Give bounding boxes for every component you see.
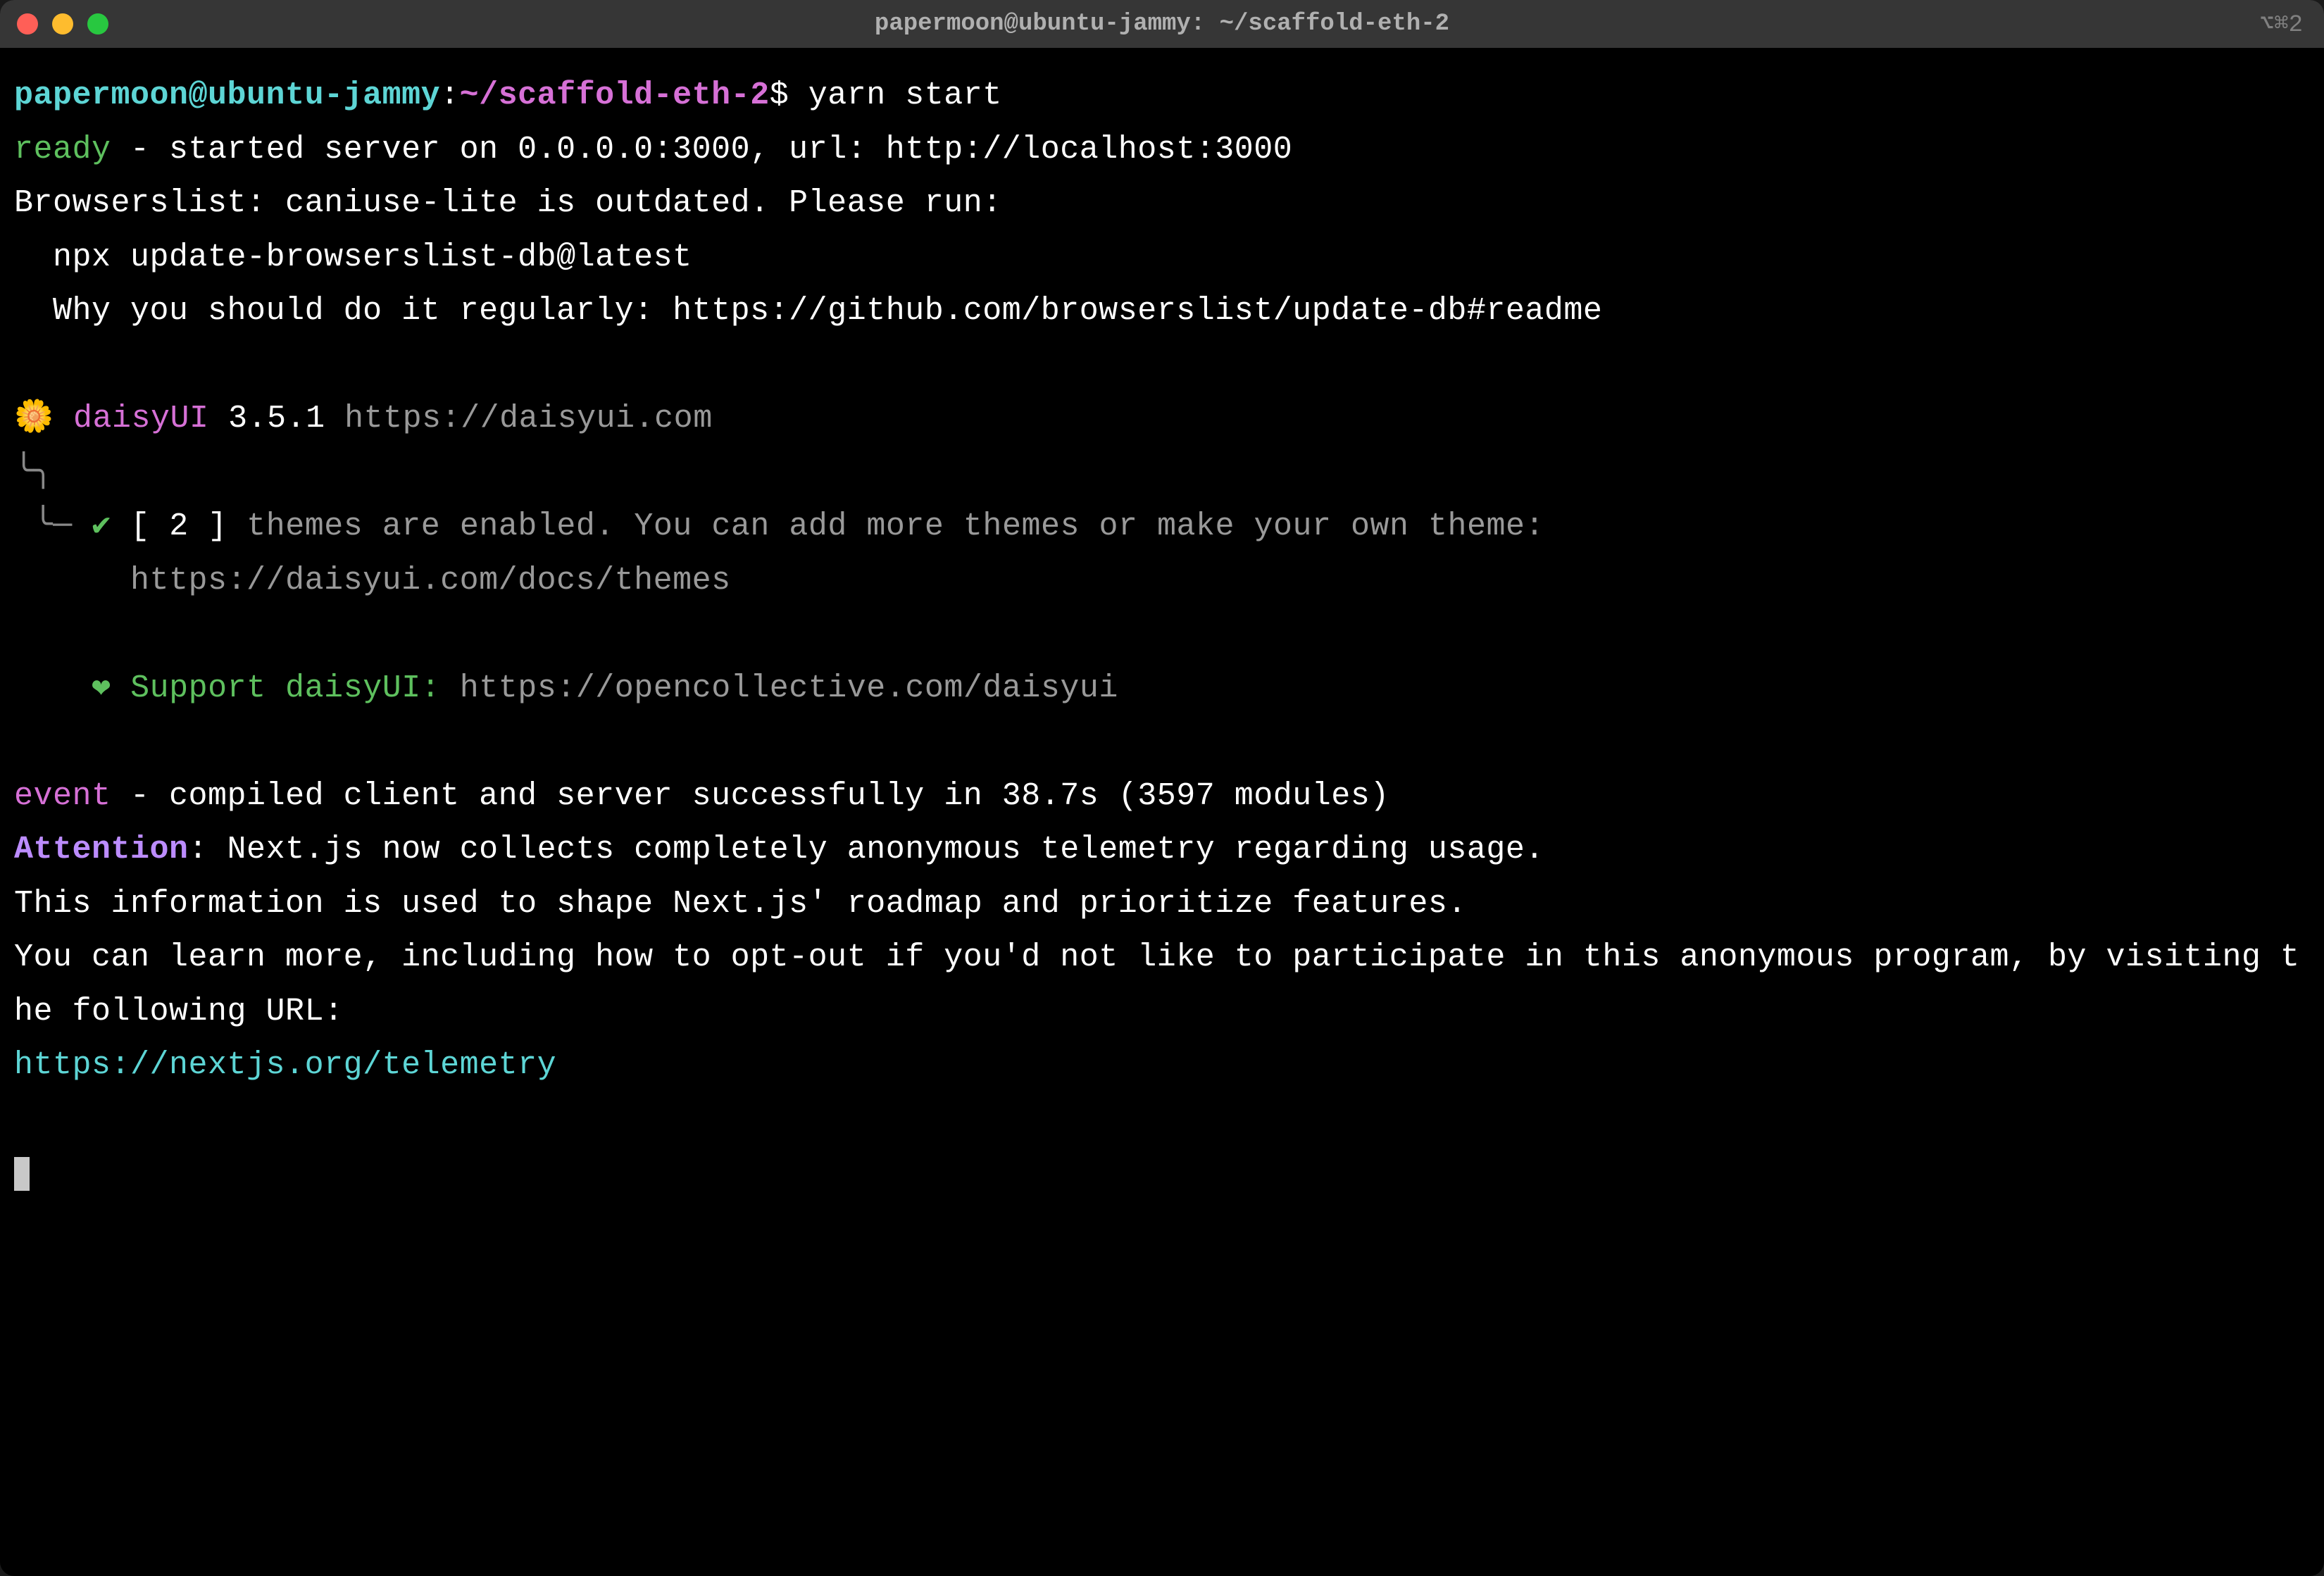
themes-count: [ 2 ] [130, 508, 227, 544]
event-text: - compiled client and server successfull… [111, 778, 1389, 814]
daisy-emoji: 🌼 [14, 401, 54, 437]
tree-line2: ╰─ [14, 508, 92, 544]
traffic-lights [17, 13, 108, 35]
daisy-name: daisyUI [54, 401, 209, 437]
ready-text: - started server on 0.0.0.0:3000, url: h… [111, 132, 1293, 168]
support-indent [14, 670, 92, 706]
daisy-version: 3.5.1 [209, 401, 345, 437]
themes-url: https://daisyui.com/docs/themes [14, 563, 731, 599]
browserslist-line1: Browserslist: caniuse-lite is outdated. … [14, 185, 1002, 221]
heart-icon: ❤︎ [92, 670, 130, 706]
terminal-window: papermoon@ubuntu-jammy: ~/scaffold-eth-2… [0, 0, 2324, 1576]
support-url: https://opencollective.com/daisyui [460, 670, 1118, 706]
close-button[interactable] [17, 13, 38, 35]
telemetry-line3: You can learn more, including how to opt… [14, 939, 2300, 1030]
support-label: Support daisyUI: [130, 670, 460, 706]
themes-text: themes are enabled. You can add more the… [227, 508, 1544, 544]
maximize-button[interactable] [87, 13, 108, 35]
window-title: papermoon@ubuntu-jammy: ~/scaffold-eth-2 [875, 11, 1449, 37]
attention-text: : Next.js now collects completely anonym… [189, 832, 1544, 868]
prompt-sep1: : [440, 77, 460, 113]
check-icon: ✔ [92, 508, 130, 544]
terminal-body[interactable]: papermoon@ubuntu-jammy:~/scaffold-eth-2$… [0, 48, 2324, 1576]
prompt-command: yarn start [808, 77, 1002, 113]
attention-label: Attention [14, 832, 189, 868]
window-shortcut: ⌥⌘2 [2260, 9, 2303, 39]
browserslist-line3: Why you should do it regularly: https://… [14, 293, 1602, 329]
prompt-user-host: papermoon@ubuntu-jammy [14, 77, 440, 113]
telemetry-line2: This information is used to shape Next.j… [14, 886, 1467, 922]
daisy-url: https://daisyui.com [344, 401, 713, 437]
prompt-path: ~/scaffold-eth-2 [460, 77, 770, 113]
tree-line1: ╰╮ [14, 455, 53, 491]
browserslist-line2: npx update-browserslist-db@latest [14, 239, 692, 275]
minimize-button[interactable] [52, 13, 73, 35]
titlebar: papermoon@ubuntu-jammy: ~/scaffold-eth-2… [0, 0, 2324, 48]
cursor [14, 1157, 30, 1191]
ready-label: ready [14, 132, 111, 168]
prompt-sep2: $ [770, 77, 808, 113]
telemetry-url: https://nextjs.org/telemetry [14, 1047, 556, 1083]
event-label: event [14, 778, 111, 814]
